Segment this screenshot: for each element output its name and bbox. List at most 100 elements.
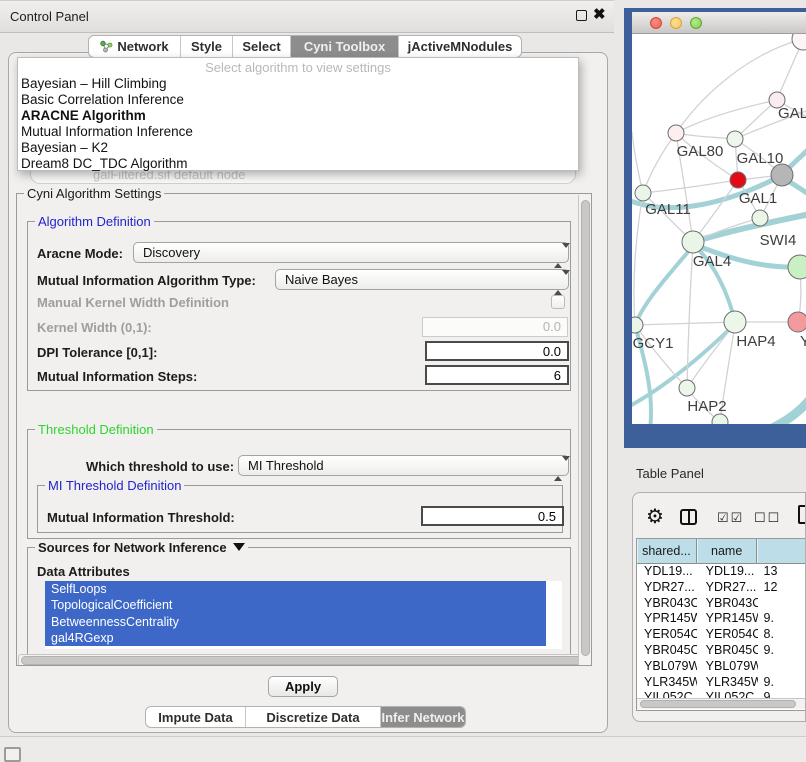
- network-node[interactable]: [679, 380, 695, 396]
- mi-threshold-field[interactable]: 0.5: [421, 506, 564, 526]
- network-node[interactable]: [712, 414, 728, 424]
- table-cell: YDL19...: [637, 564, 697, 580]
- settings-horizontal-scrollbar[interactable]: [18, 654, 592, 666]
- algorithm-option-dream8-dc-tdc-algorithm[interactable]: Dream8 DC_TDC Algorithm: [18, 156, 578, 172]
- apply-button[interactable]: Apply: [268, 676, 338, 697]
- table-cell: YBL079W: [697, 659, 758, 675]
- algorithm-option-bayesian-hill-climbing[interactable]: Bayesian – Hill Climbing: [18, 76, 578, 92]
- mi-steps-label: Mutual Information Steps:: [37, 369, 197, 384]
- zoom-traffic-light-icon[interactable]: [690, 17, 702, 29]
- cyni-settings-title: Cyni Algorithm Settings: [24, 186, 164, 201]
- tab-impute-data[interactable]: Impute Data: [146, 707, 246, 727]
- aracne-mode-label: Aracne Mode:: [37, 246, 123, 261]
- table-cell: YBL079W: [637, 659, 697, 675]
- table-horizontal-scrollbar[interactable]: [637, 698, 806, 709]
- manual-kernel-width-checkbox[interactable]: [551, 295, 565, 309]
- close-icon[interactable]: ✖: [593, 5, 606, 23]
- columns-icon[interactable]: [680, 509, 697, 525]
- bottom-tabs: Impute DataDiscretize DataInfer Network: [145, 706, 466, 728]
- attribute-item-betweennesscentrality[interactable]: BetweennessCentrality: [45, 614, 546, 630]
- table-cell: YLR345W: [637, 675, 697, 691]
- network-node[interactable]: [771, 164, 793, 186]
- table-row[interactable]: YDR27...YDR27...12: [637, 580, 806, 596]
- restore-panel-icon[interactable]: [4, 747, 21, 762]
- close-traffic-light-icon[interactable]: [650, 17, 662, 29]
- kernel-width-field: 0.0: [422, 317, 568, 337]
- node-table[interactable]: shared...name YDL19...YDL19...13YDR27...…: [636, 538, 806, 711]
- sources-group-title[interactable]: Sources for Network Inference: [35, 540, 248, 555]
- top-tabs: NetworkStyleSelectCyni ToolboxjActiveMNo…: [88, 35, 522, 58]
- table-column-header[interactable]: [757, 539, 806, 563]
- tab-cyni-toolbox[interactable]: Cyni Toolbox: [291, 36, 399, 57]
- table-cell: [758, 596, 806, 612]
- attribute-item-gal4rgexp[interactable]: gal4RGexp: [45, 630, 546, 646]
- table-row[interactable]: YBR043CYBR043C: [637, 596, 806, 612]
- table-row[interactable]: YLR345WYLR345W9.: [637, 675, 806, 691]
- tab-network[interactable]: Network: [89, 36, 181, 57]
- network-node[interactable]: [724, 311, 746, 333]
- algorithm-option-aracne-algorithm[interactable]: ARACNE Algorithm: [18, 108, 578, 124]
- table-row[interactable]: YBR045CYBR045C9.: [637, 643, 806, 659]
- settings-vertical-scrollbar[interactable]: [578, 195, 592, 666]
- mi-steps-field[interactable]: 6: [425, 365, 569, 385]
- network-node[interactable]: [792, 34, 806, 50]
- dpi-tolerance-label: DPI Tolerance [0,1]:: [37, 345, 157, 360]
- algorithm-option-bayesian-k2[interactable]: Bayesian – K2: [18, 140, 578, 156]
- float-window-icon[interactable]: [576, 10, 587, 21]
- network-node[interactable]: [752, 210, 768, 226]
- status-bar: [0, 737, 806, 762]
- network-node[interactable]: [682, 231, 704, 253]
- network-node[interactable]: [788, 255, 806, 279]
- aracne-mode-combo[interactable]: Discovery: [133, 242, 569, 263]
- dpi-tolerance-field[interactable]: 0.0: [425, 341, 569, 361]
- table-row[interactable]: YER054CYER054C8.: [637, 627, 806, 643]
- table-row[interactable]: YDL19...YDL19...13: [637, 564, 806, 580]
- algorithm-option-basic-correlation-inference[interactable]: Basic Correlation Inference: [18, 92, 578, 108]
- table-column-header[interactable]: name: [697, 539, 758, 563]
- table-cell: YPR145W: [637, 611, 697, 627]
- network-node[interactable]: [727, 131, 743, 147]
- vscroll-thumb[interactable]: [581, 200, 590, 656]
- table-panel-title: Table Panel: [636, 466, 704, 481]
- table-row[interactable]: YBL079WYBL079W: [637, 659, 806, 675]
- data-attributes-list: SelfLoopsTopologicalCoefficientBetweenne…: [45, 581, 562, 646]
- node-label-gal1: GAL1: [739, 190, 777, 207]
- network-node[interactable]: [730, 172, 746, 188]
- tab-infer-network[interactable]: Infer Network: [381, 707, 465, 727]
- deselect-all-checkboxes-icon[interactable]: ☐☐: [754, 510, 781, 526]
- document-icon[interactable]: [798, 505, 806, 524]
- tab-jactivemnodules[interactable]: jActiveMNodules: [399, 36, 521, 57]
- network-node[interactable]: [668, 125, 684, 141]
- tab-discretize-data[interactable]: Discretize Data: [246, 707, 381, 727]
- data-attributes-listbox: SelfLoopsTopologicalCoefficientBetweenne…: [45, 581, 562, 649]
- table-column-header[interactable]: shared...: [637, 539, 697, 563]
- tab-style[interactable]: Style: [181, 36, 233, 57]
- table-cell: YDR27...: [697, 580, 758, 596]
- table-cell: YLR345W: [697, 675, 758, 691]
- network-node[interactable]: [788, 312, 806, 332]
- network-canvas[interactable]: GALGAL80GAL10GAL1GAL11SWI4GAL4GCY1HAP4YH…: [632, 34, 806, 424]
- network-node[interactable]: [635, 185, 651, 201]
- select-all-checkboxes-icon[interactable]: ☑☑: [717, 510, 744, 526]
- cyni-settings-group: Algorithm Definition Aracne Mode: Discov…: [16, 193, 592, 666]
- gear-icon[interactable]: ⚙: [646, 504, 664, 529]
- mi-algorithm-type-combo[interactable]: Naive Bayes: [275, 269, 569, 290]
- which-threshold-combo[interactable]: MI Threshold: [238, 455, 569, 476]
- tab-select[interactable]: Select: [233, 36, 291, 57]
- table-hscroll-thumb[interactable]: [640, 700, 796, 708]
- network-node[interactable]: [632, 317, 643, 333]
- node-label-gal11: GAL11: [645, 201, 691, 218]
- mi-threshold-group-title: MI Threshold Definition: [45, 478, 184, 493]
- table-cell: YDL19...: [697, 564, 758, 580]
- attribute-item-topologicalcoefficient[interactable]: TopologicalCoefficient: [45, 597, 546, 613]
- minimize-traffic-light-icon[interactable]: [670, 17, 682, 29]
- attribute-item-selfloops[interactable]: SelfLoops: [45, 581, 546, 597]
- algorithm-option-mutual-information-inference[interactable]: Mutual Information Inference: [18, 124, 578, 140]
- hscroll-thumb[interactable]: [21, 656, 583, 665]
- table-row[interactable]: YPR145WYPR145W9.: [637, 611, 806, 627]
- table-cell: 13: [758, 564, 806, 580]
- node-label-hap4: HAP4: [736, 333, 775, 350]
- network-nodes[interactable]: [632, 34, 806, 424]
- table-cell: 9.: [758, 675, 806, 691]
- network-window-titlebar[interactable]: [632, 12, 806, 34]
